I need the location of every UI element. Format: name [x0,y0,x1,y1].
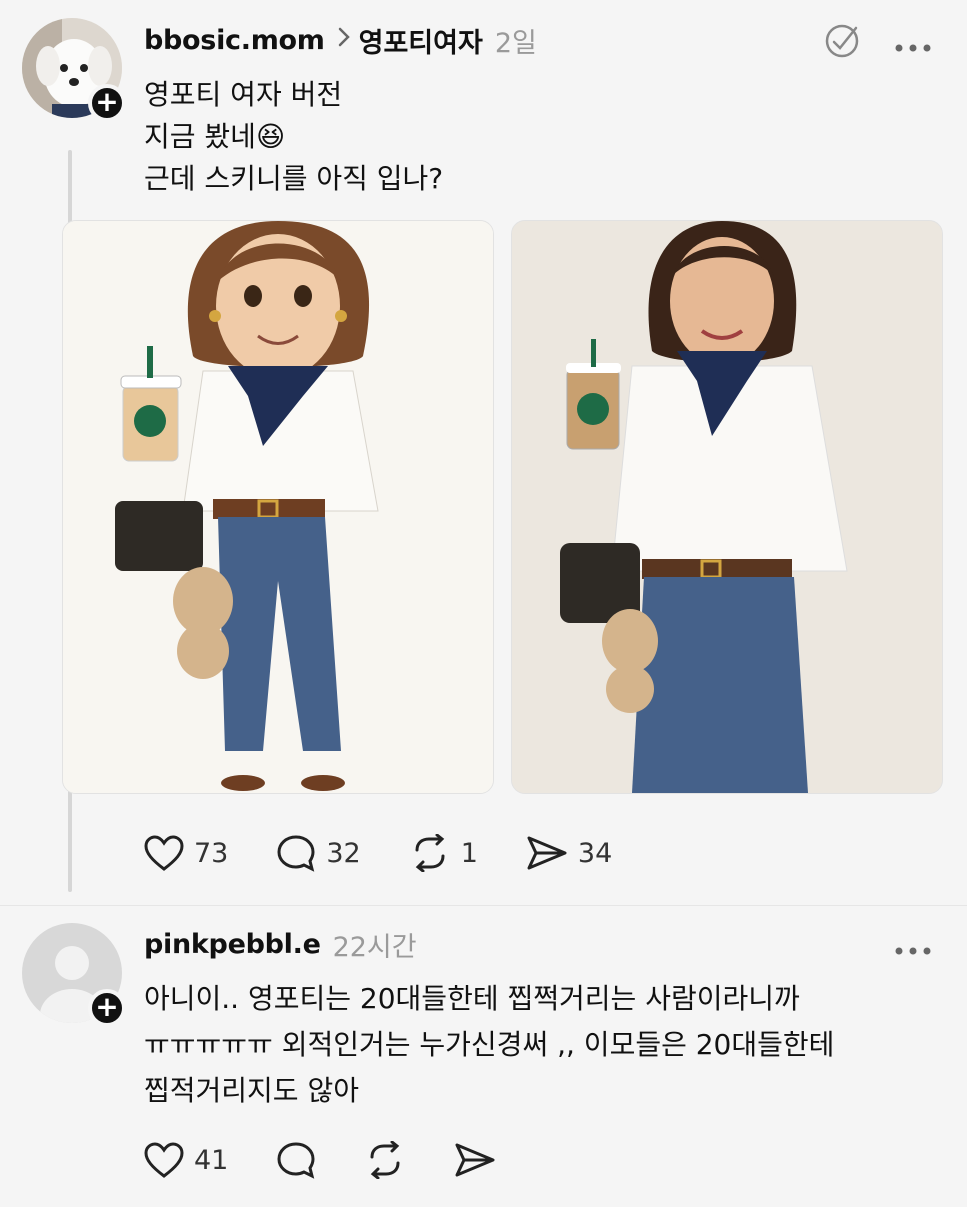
reply-time: 22시간 [332,931,417,963]
share-button[interactable] [454,1141,496,1179]
follow-plus-button[interactable]: + [88,84,126,122]
reply-actions: 41 [144,1141,544,1179]
post-line: 영포티 여자 버전 [144,78,343,111]
post-line: 지금 봤네😆 [144,120,286,153]
share-icon [527,836,567,870]
repost-button[interactable]: 1 [409,834,478,872]
heart-icon [144,1142,184,1178]
like-button[interactable]: 73 [144,835,228,871]
like-button[interactable]: 41 [144,1142,228,1178]
share-button[interactable]: 34 [526,834,612,872]
username[interactable]: bbosic.mom [144,25,325,56]
like-count: 73 [194,837,229,869]
comment-button[interactable] [276,1141,316,1179]
post-image-photo[interactable] [511,220,943,794]
thread-post: + bbosic.mom 영포티여자 2일 영포티 여자 버전 지금 봤네😆 근… [0,0,967,905]
repost-button[interactable] [364,1141,406,1179]
share-icon [455,1143,495,1177]
more-icon[interactable] [895,33,931,53]
ai-info-icon[interactable] [823,22,861,64]
illustration-graphic [63,221,493,793]
repost-count: 1 [460,837,478,869]
follow-plus-button[interactable]: + [88,989,126,1027]
reply-post: + pinkpebbl.e 22시간 아니이.. 영포티는 20대들한테 찝쩍거… [0,905,967,1207]
post-line: 근데 스키니를 아직 입나? [144,162,444,195]
chevron-right-icon [337,26,351,54]
post-top-actions [823,22,931,64]
comment-icon [277,1142,315,1179]
share-count: 34 [577,837,613,869]
reply-line: ㅠㅠㅠㅠㅠ 외적인거는 누가신경써 ,, 이모들은 20대들한테 [144,1028,835,1061]
reply-header: pinkpebbl.e 22시간 [144,924,417,964]
repost-icon [370,1141,400,1179]
post-text: 영포티 여자 버전 지금 봤네😆 근데 스키니를 아직 입나? [144,74,443,200]
post-image-illustration[interactable] [62,220,494,794]
reply-text: 아니이.. 영포티는 20대들한테 찝쩍거리는 사람이라니까 ㅠㅠㅠㅠㅠ 외적인… [144,976,834,1114]
more-icon[interactable] [895,936,931,956]
comment-icon [277,835,315,872]
comment-button[interactable]: 32 [276,834,361,872]
reply-line: 아니이.. 영포티는 20대들한테 찝쩍거리는 사람이라니까 [144,982,800,1015]
username[interactable]: pinkpebbl.e [144,929,321,960]
repost-icon [415,834,445,872]
comment-count: 32 [326,837,361,869]
photo-graphic [512,221,942,793]
like-count: 41 [194,1144,229,1176]
reply-line: 찝적거리지도 않아 [144,1074,359,1107]
post-actions: 73 32 1 34 [144,834,660,872]
heart-icon [144,835,184,871]
post-time: 2일 [494,27,537,59]
topic-tag[interactable]: 영포티여자 [359,21,483,60]
reply-top-actions [895,936,931,956]
post-header: bbosic.mom 영포티여자 2일 [144,20,537,60]
